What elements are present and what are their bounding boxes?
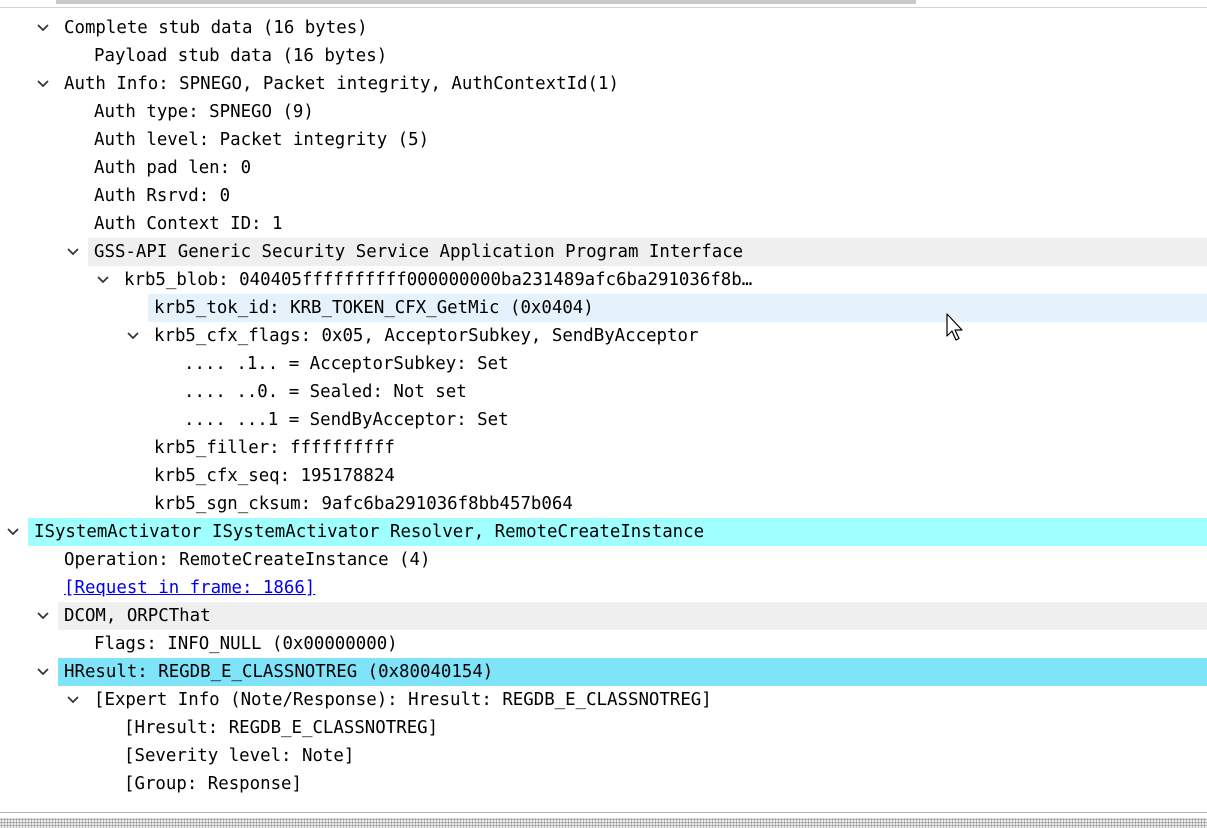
- tree-row-label: krb5_cfx_seq: 195178824: [154, 466, 395, 486]
- tree-row[interactable]: HResult: REGDB_E_CLASSNOTREG (0x80040154…: [0, 658, 1207, 686]
- chevron-down-icon[interactable]: [64, 686, 82, 714]
- tree-row-label: [Severity level: Note]: [124, 746, 355, 766]
- tree-row-label: Payload stub data (16 bytes): [94, 46, 388, 66]
- tree-row[interactable]: Auth level: Packet integrity (5): [0, 126, 1207, 154]
- tree-row[interactable]: .... ...1 = SendByAcceptor: Set: [0, 406, 1207, 434]
- tree-row[interactable]: Operation: RemoteCreateInstance (4): [0, 546, 1207, 574]
- tree-row-label: HResult: REGDB_E_CLASSNOTREG (0x80040154…: [64, 662, 494, 682]
- tree-row[interactable]: Auth Rsrvd: 0: [0, 182, 1207, 210]
- tree-row[interactable]: krb5_blob: 040405ffffffffff000000000ba23…: [0, 266, 1207, 294]
- tree-row-label: Auth Info: SPNEGO, Packet integrity, Aut…: [64, 74, 619, 94]
- tree-row[interactable]: Auth type: SPNEGO (9): [0, 98, 1207, 126]
- tree-row-label: krb5_tok_id: KRB_TOKEN_CFX_GetMic (0x040…: [154, 298, 594, 318]
- tree-row-label: [Expert Info (Note/Response): Hresult: R…: [94, 690, 712, 710]
- tree-row-label: krb5_filler: ffffffffff: [154, 438, 395, 458]
- tree-row-label: Auth Rsrvd: 0: [94, 186, 231, 206]
- tree-row[interactable]: krb5_cfx_flags: 0x05, AcceptorSubkey, Se…: [0, 322, 1207, 350]
- chevron-down-icon[interactable]: [34, 70, 52, 98]
- tree-row-label: .... ..0. = Sealed: Not set: [184, 382, 467, 402]
- tree-row-label: krb5_blob: 040405ffffffffff000000000ba23…: [124, 270, 753, 290]
- tree-row[interactable]: krb5_sgn_cksum: 9afc6ba291036f8bb457b064: [0, 490, 1207, 518]
- tree-row[interactable]: DCOM, ORPCThat: [0, 602, 1207, 630]
- tree-row-label: Operation: RemoteCreateInstance (4): [64, 550, 431, 570]
- tree-row-label: GSS-API Generic Security Service Applica…: [94, 242, 744, 262]
- tree-row-label: ISystemActivator ISystemActivator Resolv…: [34, 522, 705, 542]
- tree-row-label: [Hresult: REGDB_E_CLASSNOTREG]: [124, 718, 439, 738]
- tree-row[interactable]: Flags: INFO_NULL (0x00000000): [0, 630, 1207, 658]
- tree-row-label: Auth level: Packet integrity (5): [94, 130, 430, 150]
- tree-row[interactable]: [Hresult: REGDB_E_CLASSNOTREG]: [0, 714, 1207, 742]
- scrollbar-thumb[interactable]: [56, 0, 916, 4]
- chevron-down-icon[interactable]: [34, 602, 52, 630]
- tree-row-label: Auth pad len: 0: [94, 158, 252, 178]
- tree-row[interactable]: Complete stub data (16 bytes): [0, 14, 1207, 42]
- chevron-down-icon[interactable]: [34, 14, 52, 42]
- tree-row-label: krb5_cfx_flags: 0x05, AcceptorSubkey, Se…: [154, 326, 699, 346]
- tree-row[interactable]: krb5_tok_id: KRB_TOKEN_CFX_GetMic (0x040…: [0, 294, 1207, 322]
- tree-row[interactable]: [Severity level: Note]: [0, 742, 1207, 770]
- horizontal-scrollbar[interactable]: [0, 0, 1207, 6]
- tree-row[interactable]: GSS-API Generic Security Service Applica…: [0, 238, 1207, 266]
- tree-row[interactable]: [Request in frame: 1866]: [0, 574, 1207, 602]
- tree-row-label: Auth Context ID: 1: [94, 214, 283, 234]
- tree-row[interactable]: .... .1.. = AcceptorSubkey: Set: [0, 350, 1207, 378]
- tree-row-label: krb5_sgn_cksum: 9afc6ba291036f8bb457b064: [154, 494, 573, 514]
- tree-row[interactable]: krb5_filler: ffffffffff: [0, 434, 1207, 462]
- mouse-pointer-icon: [946, 313, 966, 348]
- tree-row-label: Auth type: SPNEGO (9): [94, 102, 314, 122]
- tree-row-label: .... ...1 = SendByAcceptor: Set: [184, 410, 509, 430]
- tree-row[interactable]: Auth Info: SPNEGO, Packet integrity, Aut…: [0, 70, 1207, 98]
- tree-row[interactable]: Payload stub data (16 bytes): [0, 42, 1207, 70]
- tree-row-label: Complete stub data (16 bytes): [64, 18, 368, 38]
- chevron-down-icon[interactable]: [64, 238, 82, 266]
- tree-row-label: DCOM, ORPCThat: [64, 606, 211, 626]
- request-frame-link[interactable]: [Request in frame: 1866]: [64, 574, 315, 602]
- tree-row[interactable]: [Group: Response]: [0, 770, 1207, 798]
- packet-details-tree: Complete stub data (16 bytes) Payload stu…: [0, 14, 1207, 798]
- pane-divider-top: [0, 7, 1207, 8]
- tree-row-label: .... .1.. = AcceptorSubkey: Set: [184, 354, 509, 374]
- tree-row[interactable]: [Expert Info (Note/Response): Hresult: R…: [0, 686, 1207, 714]
- tree-row-label: Flags: INFO_NULL (0x00000000): [94, 634, 398, 654]
- tree-row[interactable]: Auth pad len: 0: [0, 154, 1207, 182]
- chevron-down-icon[interactable]: [94, 266, 112, 294]
- tree-row[interactable]: Auth Context ID: 1: [0, 210, 1207, 238]
- chevron-down-icon[interactable]: [4, 518, 22, 546]
- tree-row[interactable]: .... ..0. = Sealed: Not set: [0, 378, 1207, 406]
- tree-row-label: [Group: Response]: [124, 774, 302, 794]
- row-highlight: [58, 602, 1207, 630]
- splitter-handle[interactable]: [0, 818, 1207, 828]
- tree-row[interactable]: krb5_cfx_seq: 195178824: [0, 462, 1207, 490]
- chevron-down-icon[interactable]: [34, 658, 52, 686]
- chevron-down-icon[interactable]: [124, 322, 142, 350]
- pane-divider-bottom: [0, 812, 1207, 813]
- tree-row[interactable]: ISystemActivator ISystemActivator Resolv…: [0, 518, 1207, 546]
